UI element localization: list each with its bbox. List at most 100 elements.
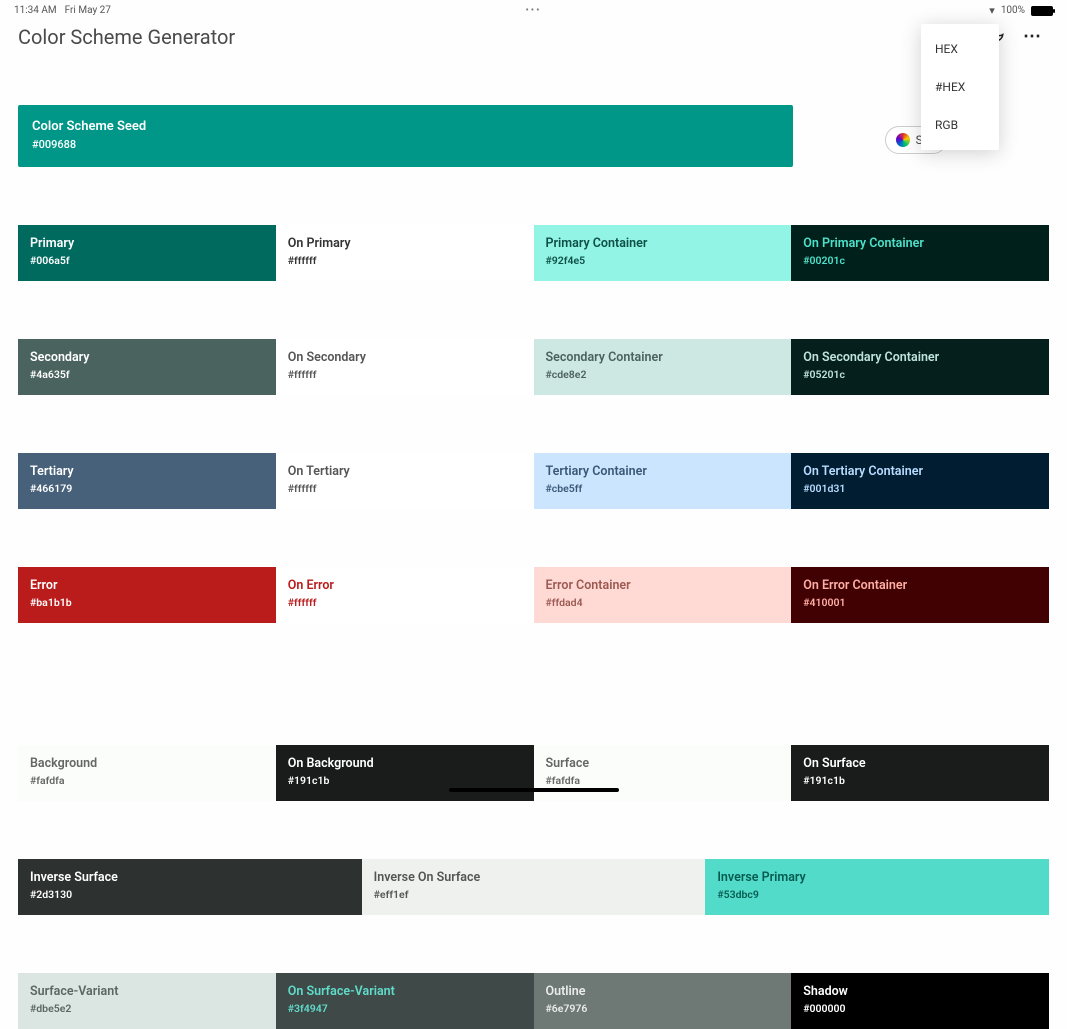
swatch-name: Primary Container [546,236,780,251]
swatch-name: Tertiary Container [546,464,780,479]
swatch-hex: #92f4e5 [546,254,780,267]
swatch-on-secondary-container[interactable]: On Secondary Container #05201c [791,339,1049,395]
status-bar: 11:34 AM Fri May 27 ••• ▾ 100% [0,0,1067,19]
wifi-icon: ▾ [989,4,995,17]
palette-icon [896,133,910,147]
swatch-hex: #00201c [803,254,1037,267]
swatch-on-background[interactable]: On Background #191c1b [276,745,534,801]
swatch-hex: #eff1ef [374,888,694,901]
swatch-hex: #191c1b [288,774,522,787]
swatch-secondary[interactable]: Secondary #4a635f [18,339,276,395]
swatch-name: On Primary Container [803,236,1037,251]
page-title: Color Scheme Generator [18,25,235,49]
status-time: 11:34 AM [14,5,57,16]
status-date: Fri May 27 [65,5,111,16]
swatch-hex: #ffffff [288,254,522,267]
swatch-tertiary-container[interactable]: Tertiary Container #cbe5ff [534,453,792,509]
swatch-name: On Tertiary [288,464,522,479]
color-row-background: Background #fafdfa On Background #191c1b… [18,745,1049,801]
swatch-hex: #006a5f [30,254,264,267]
seed-hex: #009688 [32,138,779,151]
swatch-name: Surface [546,756,780,771]
swatch-on-surface-variant[interactable]: On Surface-Variant #3f4947 [276,973,534,1029]
swatch-primary-container[interactable]: Primary Container #92f4e5 [534,225,792,281]
swatch-hex: #ffffff [288,368,522,381]
swatch-hex: #ffdad4 [546,596,780,609]
swatch-name: On Surface-Variant [288,984,522,999]
swatch-hex: #2d3130 [30,888,350,901]
home-indicator [449,788,619,792]
header: Color Scheme Generator ⋯ [0,19,1067,49]
swatch-name: Inverse On Surface [374,870,694,885]
swatch-outline[interactable]: Outline #6e7976 [534,973,792,1029]
swatch-surface[interactable]: Surface #fafdfa [534,745,792,801]
swatch-on-primary[interactable]: On Primary #ffffff [276,225,534,281]
seed-swatch[interactable]: Color Scheme Seed #009688 [18,105,793,167]
swatch-hex: #3f4947 [288,1002,522,1015]
color-row-variant: Surface-Variant #dbe5e2 On Surface-Varia… [18,973,1049,1029]
swatch-secondary-container[interactable]: Secondary Container #cde8e2 [534,339,792,395]
swatch-background[interactable]: Background #fafdfa [18,745,276,801]
swatch-name: On Surface [803,756,1037,771]
swatch-hex: #4a635f [30,368,264,381]
format-option-hex[interactable]: HEX [921,30,999,68]
swatch-name: Surface-Variant [30,984,264,999]
swatch-name: On Background [288,756,522,771]
swatch-name: Tertiary [30,464,264,479]
swatch-name: Inverse Primary [717,870,1037,885]
seed-label: Color Scheme Seed [32,119,779,134]
format-option-hashhex[interactable]: #HEX [921,68,999,106]
swatch-inverse-primary[interactable]: Inverse Primary #53dbc9 [705,859,1049,915]
color-row-error: Error #ba1b1b On Error #ffffff Error Con… [18,567,1049,623]
swatch-name: On Secondary Container [803,350,1037,365]
swatch-inverse-surface[interactable]: Inverse Surface #2d3130 [18,859,362,915]
swatch-name: On Error Container [803,578,1037,593]
swatch-name: Primary [30,236,264,251]
swatch-hex: #ba1b1b [30,596,264,609]
swatch-hex: #6e7976 [546,1002,780,1015]
swatch-hex: #cde8e2 [546,368,780,381]
swatch-name: Error [30,578,264,593]
swatch-on-error[interactable]: On Error #ffffff [276,567,534,623]
swatch-on-secondary[interactable]: On Secondary #ffffff [276,339,534,395]
swatch-error[interactable]: Error #ba1b1b [18,567,276,623]
swatch-hex: #ffffff [288,482,522,495]
format-option-rgb[interactable]: RGB [921,106,999,144]
swatch-name: On Error [288,578,522,593]
swatch-name: Secondary Container [546,350,780,365]
swatch-hex: #fafdfa [30,774,264,787]
swatch-on-error-container[interactable]: On Error Container #410001 [791,567,1049,623]
swatch-hex: #410001 [803,596,1037,609]
color-row-inverse: Inverse Surface #2d3130 Inverse On Surfa… [18,859,1049,915]
swatch-tertiary[interactable]: Tertiary #466179 [18,453,276,509]
swatch-name: On Secondary [288,350,522,365]
swatch-name: Inverse Surface [30,870,350,885]
swatch-shadow[interactable]: Shadow #000000 [791,973,1049,1029]
swatch-primary[interactable]: Primary #006a5f [18,225,276,281]
swatch-inverse-on-surface[interactable]: Inverse On Surface #eff1ef [362,859,706,915]
swatch-name: Outline [546,984,780,999]
swatch-on-tertiary[interactable]: On Tertiary #ffffff [276,453,534,509]
battery-percent: 100% [1001,5,1025,16]
swatch-name: Error Container [546,578,780,593]
swatch-hex: #191c1b [803,774,1037,787]
swatch-hex: #05201c [803,368,1037,381]
swatch-on-tertiary-container[interactable]: On Tertiary Container #001d31 [791,453,1049,509]
swatch-on-primary-container[interactable]: On Primary Container #00201c [791,225,1049,281]
color-row-tertiary: Tertiary #466179 On Tertiary #ffffff Ter… [18,453,1049,509]
swatch-error-container[interactable]: Error Container #ffdad4 [534,567,792,623]
swatch-hex: #dbe5e2 [30,1002,264,1015]
color-row-primary: Primary #006a5f On Primary #ffffff Prima… [18,225,1049,281]
swatch-surface-variant[interactable]: Surface-Variant #dbe5e2 [18,973,276,1029]
swatch-hex: #000000 [803,1002,1037,1015]
swatch-on-surface[interactable]: On Surface #191c1b [791,745,1049,801]
swatch-name: Background [30,756,264,771]
swatch-hex: #466179 [30,482,264,495]
swatch-hex: #001d31 [803,482,1037,495]
swatch-name: Secondary [30,350,264,365]
more-icon[interactable]: ⋯ [1023,26,1043,47]
swatch-hex: #cbe5ff [546,482,780,495]
swatch-hex: #53dbc9 [717,888,1037,901]
color-row-secondary: Secondary #4a635f On Secondary #ffffff S… [18,339,1049,395]
format-menu: HEX #HEX RGB [921,24,999,150]
